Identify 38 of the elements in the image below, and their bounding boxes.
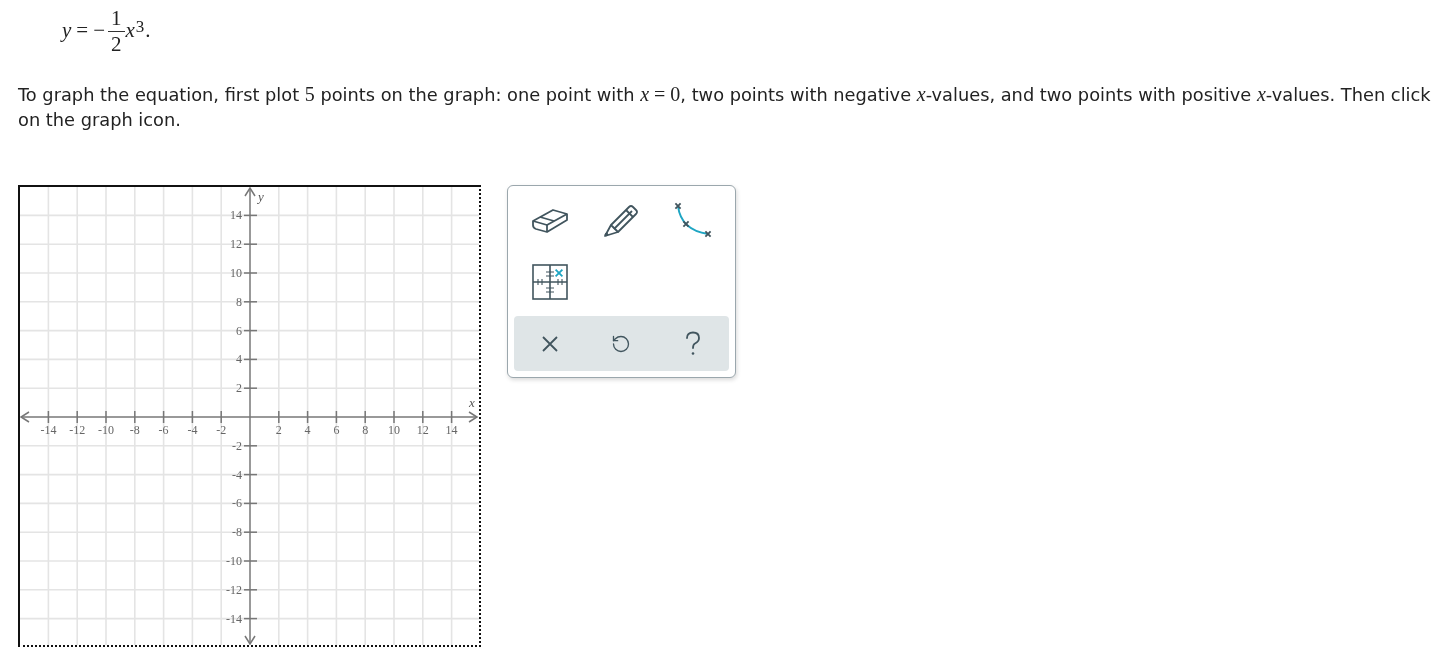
- y-tick-label: -12: [226, 582, 242, 597]
- y-tick-label: 6: [236, 323, 242, 338]
- x-axis-label: x: [469, 395, 475, 410]
- x-tick-label: 2: [275, 423, 282, 437]
- close-icon: [541, 335, 558, 352]
- coordinate-grid[interactable]: -14 -12 -10 -8 -6 -4 -2 2 4 6 8 10 12 14 14 12 10 8 6 4 2 -2 -4 -6 -8 -10 -12 -14 x y: [18, 185, 481, 647]
- curve-icon: [674, 202, 713, 238]
- x-tick-label: -14: [40, 423, 57, 437]
- y-tick-label: -8: [232, 525, 242, 540]
- y-tick-label: 14: [230, 208, 242, 223]
- y-tick-label: -6: [232, 496, 242, 511]
- x-tick-label: -8: [129, 423, 140, 437]
- eraser-icon: [530, 206, 569, 234]
- y-tick-label: 12: [230, 237, 242, 252]
- y-tick-label: -10: [226, 554, 242, 568]
- y-tick-label: -4: [232, 467, 242, 482]
- x-tick-label: 10: [388, 423, 400, 437]
- help-icon: [685, 331, 702, 356]
- y-tick-label: 10: [230, 266, 242, 280]
- x-tick-label: -2: [216, 423, 227, 437]
- x-tick-label: -6: [158, 423, 169, 437]
- x-tick-label: -4: [187, 423, 198, 437]
- y-tick-label: 8: [236, 294, 242, 309]
- y-tick-label: -14: [226, 611, 242, 626]
- x-tick-label: 6: [333, 423, 340, 437]
- point-grid-icon: [531, 264, 568, 300]
- x-tick-label: 14: [445, 423, 458, 437]
- x-tick-label: -10: [98, 423, 114, 437]
- y-tick-label: 2: [236, 381, 242, 396]
- instruction-text: To graph the equation, first plot 5 points on the graph: one point with x = 0, two points with negative x-values, and two points with positive x-values. Then click on the graph icon.: [18, 82, 1432, 132]
- x-tick-label: 12: [416, 423, 429, 437]
- x-tick-label: 8: [362, 423, 369, 437]
- y-axis-label: y: [258, 189, 264, 204]
- undo-icon: [611, 333, 632, 354]
- y-tick-label: -2: [232, 438, 242, 453]
- x-tick-label: -12: [69, 423, 86, 437]
- x-tick-label: 4: [304, 423, 311, 437]
- y-tick-label: 4: [236, 352, 242, 367]
